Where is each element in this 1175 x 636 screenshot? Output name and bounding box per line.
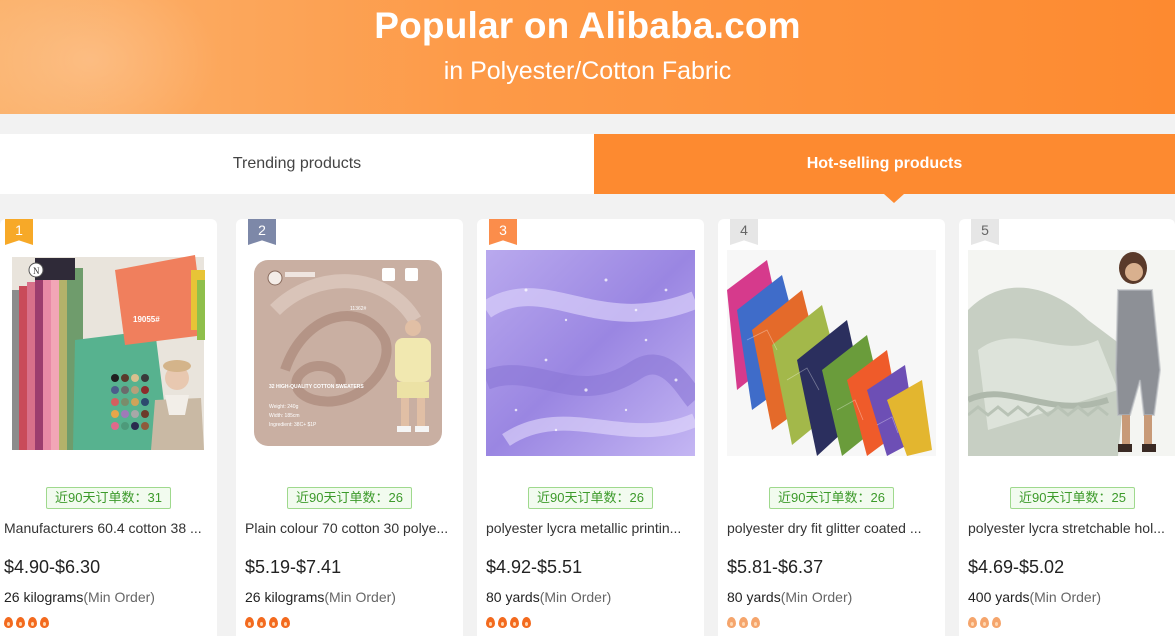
svg-text:N: N bbox=[33, 266, 40, 276]
flame-icon bbox=[522, 617, 531, 628]
min-order-qty: 26 kilograms bbox=[4, 589, 84, 605]
banner-subtitle: in Polyester/Cotton Fabric bbox=[443, 57, 732, 85]
product-card[interactable]: 4 近90天订单数：26 polyester dry fit glitter c… bbox=[718, 219, 945, 636]
flame-icon bbox=[498, 617, 507, 628]
rank-badge: 3 bbox=[489, 219, 517, 245]
min-order-qty: 80 yards bbox=[727, 589, 781, 605]
min-order: 80 yards(Min Order) bbox=[727, 589, 852, 605]
product-image[interactable] bbox=[968, 250, 1175, 456]
min-order-label: (Min Order) bbox=[539, 589, 612, 605]
min-order: 26 kilograms(Min Order) bbox=[245, 589, 396, 605]
product-price: $4.69-$5.02 bbox=[968, 557, 1065, 577]
product-card[interactable]: 5 近90天订单数：25 polyester lycra stretchable… bbox=[959, 219, 1175, 636]
popularity-flames bbox=[486, 615, 534, 628]
product-tabs: Trending products Hot-selling products bbox=[0, 134, 1175, 194]
tab-hot-selling-products[interactable]: Hot-selling products bbox=[594, 134, 1175, 194]
flame-icon bbox=[968, 617, 977, 628]
rank-badge: 4 bbox=[730, 219, 758, 245]
flame-icon bbox=[4, 617, 13, 628]
product-title[interactable]: polyester lycra stretchable hol... bbox=[968, 520, 1171, 536]
product-title[interactable]: polyester lycra metallic printin... bbox=[486, 520, 691, 536]
product-card[interactable]: N 19055# 1 近90天订单数：31 Manufacturers 60.4… bbox=[0, 219, 217, 636]
flame-icon bbox=[992, 617, 1001, 628]
flame-icon bbox=[486, 617, 495, 628]
popularity-flames bbox=[727, 615, 763, 628]
flame-icon bbox=[269, 617, 278, 628]
flame-icon bbox=[739, 617, 748, 628]
flame-icon bbox=[257, 617, 266, 628]
tab-trending-products[interactable]: Trending products bbox=[0, 134, 594, 194]
image-spec-ingredient: Ingredient: 38C+ $1P bbox=[269, 422, 317, 428]
product-image[interactable]: N 19055# bbox=[5, 250, 214, 456]
header-banner: Popular on Alibaba.com in Polyester/Cott… bbox=[0, 0, 1175, 114]
min-order: 26 kilograms(Min Order) bbox=[4, 589, 155, 605]
min-order-qty: 80 yards bbox=[486, 589, 540, 605]
product-price: $4.92-$5.51 bbox=[486, 557, 583, 577]
order-count-badge: 近90天订单数：31 bbox=[46, 487, 171, 509]
flame-icon bbox=[28, 617, 37, 628]
image-spec-width: Width: 185cm bbox=[269, 413, 300, 419]
rank-badge: 2 bbox=[248, 219, 276, 245]
order-count-badge: 近90天订单数：26 bbox=[287, 487, 412, 509]
min-order: 80 yards(Min Order) bbox=[486, 589, 611, 605]
product-card[interactable]: 3 近90天订单数：26 polyester lycra metallic pr… bbox=[477, 219, 704, 636]
flame-icon bbox=[16, 617, 25, 628]
product-card[interactable]: 11362# 32 HIGH-QUALITY COTTON SWEATERS W… bbox=[236, 219, 463, 636]
image-heading-text: 32 HIGH-QUALITY COTTON SWEATERS bbox=[269, 384, 364, 390]
min-order-label: (Min Order) bbox=[780, 589, 853, 605]
flame-icon bbox=[510, 617, 519, 628]
fabric-code-label: 19055# bbox=[133, 315, 160, 324]
min-order-qty: 26 kilograms bbox=[245, 589, 325, 605]
rank-badge: 1 bbox=[5, 219, 33, 245]
flame-icon bbox=[281, 617, 290, 628]
flame-icon bbox=[751, 617, 760, 628]
product-price: $5.19-$7.41 bbox=[245, 557, 342, 577]
product-price: $4.90-$6.30 bbox=[4, 557, 101, 577]
popularity-flames bbox=[968, 615, 1004, 628]
fabric-code-label: 11362# bbox=[350, 306, 367, 312]
flame-icon bbox=[40, 617, 49, 628]
flame-icon bbox=[727, 617, 736, 628]
product-image[interactable]: 11362# 32 HIGH-QUALITY COTTON SWEATERS W… bbox=[245, 250, 454, 456]
product-image[interactable] bbox=[486, 250, 695, 456]
flame-icon bbox=[245, 617, 254, 628]
order-count-badge: 近90天订单数：26 bbox=[769, 487, 894, 509]
order-count-badge: 近90天订单数：25 bbox=[1010, 487, 1135, 509]
rank-badge: 5 bbox=[971, 219, 999, 245]
min-order-qty: 400 yards bbox=[968, 589, 1030, 605]
popularity-flames bbox=[245, 615, 293, 628]
flame-icon bbox=[980, 617, 989, 628]
product-title[interactable]: polyester dry fit glitter coated ... bbox=[727, 520, 932, 536]
image-spec-weight: Weight: 240g bbox=[269, 404, 299, 410]
product-title[interactable]: Manufacturers 60.4 cotton 38 ... bbox=[4, 520, 209, 536]
product-title[interactable]: Plain colour 70 cotton 30 polye... bbox=[245, 520, 450, 536]
min-order-label: (Min Order) bbox=[83, 589, 155, 605]
min-order-label: (Min Order) bbox=[1029, 589, 1102, 605]
popularity-flames bbox=[4, 615, 52, 628]
product-price: $5.81-$6.37 bbox=[727, 557, 824, 577]
min-order: 400 yards(Min Order) bbox=[968, 589, 1101, 605]
min-order-label: (Min Order) bbox=[324, 589, 396, 605]
banner-title: Popular on Alibaba.com bbox=[374, 5, 801, 46]
product-image[interactable] bbox=[727, 250, 936, 456]
order-count-badge: 近90天订单数：26 bbox=[528, 487, 653, 509]
active-tab-indicator bbox=[884, 194, 904, 203]
